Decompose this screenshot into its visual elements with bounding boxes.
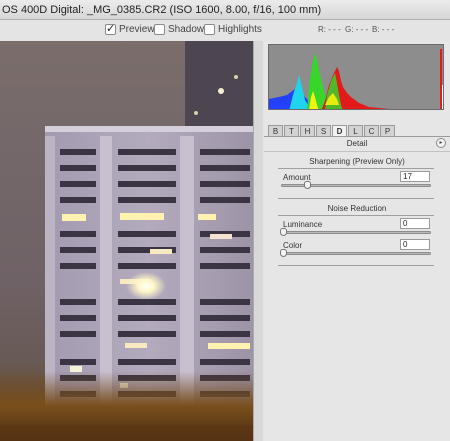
green-readout: G: - - - — [345, 25, 369, 34]
tab-presets[interactable]: P — [380, 125, 395, 136]
detail-title: Detail — [346, 139, 368, 148]
building-photo — [0, 41, 253, 441]
shadows-checkbox[interactable]: Shadows — [154, 24, 209, 35]
panel-menu-icon[interactable]: ▸ — [436, 138, 446, 148]
detail-divider — [264, 151, 450, 152]
amount-slider[interactable] — [281, 181, 431, 189]
noise-reduction-title: Noise Reduction — [327, 204, 387, 213]
tab-split-toning[interactable]: S — [316, 125, 331, 136]
preview-toolbar: Preview Shadows Highlights R: - - - G: -… — [0, 20, 450, 40]
preview-checkbox-box[interactable] — [105, 22, 116, 35]
luminance-field[interactable]: 0 — [400, 218, 430, 229]
histogram — [268, 44, 444, 110]
tab-tone-curve[interactable]: T — [284, 125, 299, 136]
luminance-slider-thumb[interactable] — [280, 228, 287, 236]
tab-divider — [264, 136, 450, 137]
sharpening-end-rule — [278, 198, 434, 199]
preview-scrollbar[interactable] — [253, 41, 263, 441]
red-readout: R: - - - — [318, 25, 341, 34]
shadows-label: Shadows — [168, 24, 210, 35]
window-title: OS 400D Digital: _MG_0385.CR2 (ISO 1600,… — [0, 0, 450, 20]
image-preview[interactable] — [0, 41, 253, 441]
camera-raw-window: OS 400D Digital: _MG_0385.CR2 (ISO 1600,… — [0, 0, 450, 441]
tab-camera-calibration[interactable]: C — [364, 125, 379, 136]
highlights-label: Highlights — [218, 24, 262, 35]
color-field[interactable]: 0 — [400, 239, 430, 250]
tab-detail[interactable]: D — [332, 125, 347, 136]
color-slider-thumb[interactable] — [280, 249, 287, 257]
color-slider[interactable] — [280, 249, 431, 257]
highlights-checkbox[interactable]: Highlights — [204, 24, 262, 35]
tab-lens[interactable]: L — [348, 125, 363, 136]
sharpening-title: Sharpening (Preview Only) — [309, 157, 405, 166]
blue-readout: B: - - - — [372, 25, 395, 34]
amount-field[interactable]: 17 — [400, 171, 430, 182]
luminance-label: Luminance — [283, 220, 323, 229]
tab-basic[interactable]: B — [268, 125, 283, 136]
amount-slider-thumb[interactable] — [304, 181, 311, 189]
luminance-slider[interactable] — [280, 228, 431, 236]
histogram-graph — [269, 49, 443, 109]
noise-reduction-end-rule — [278, 265, 434, 266]
panel-tabs: B T H S D L C P — [268, 125, 396, 136]
tab-hsl[interactable]: H — [300, 125, 315, 136]
preview-label: Preview — [119, 24, 155, 35]
sharpening-rule — [278, 168, 434, 169]
shadows-checkbox-box[interactable] — [154, 24, 165, 35]
preview-checkbox[interactable]: Preview — [105, 22, 155, 35]
noise-reduction-rule — [278, 215, 434, 216]
highlights-checkbox-box[interactable] — [204, 24, 215, 35]
